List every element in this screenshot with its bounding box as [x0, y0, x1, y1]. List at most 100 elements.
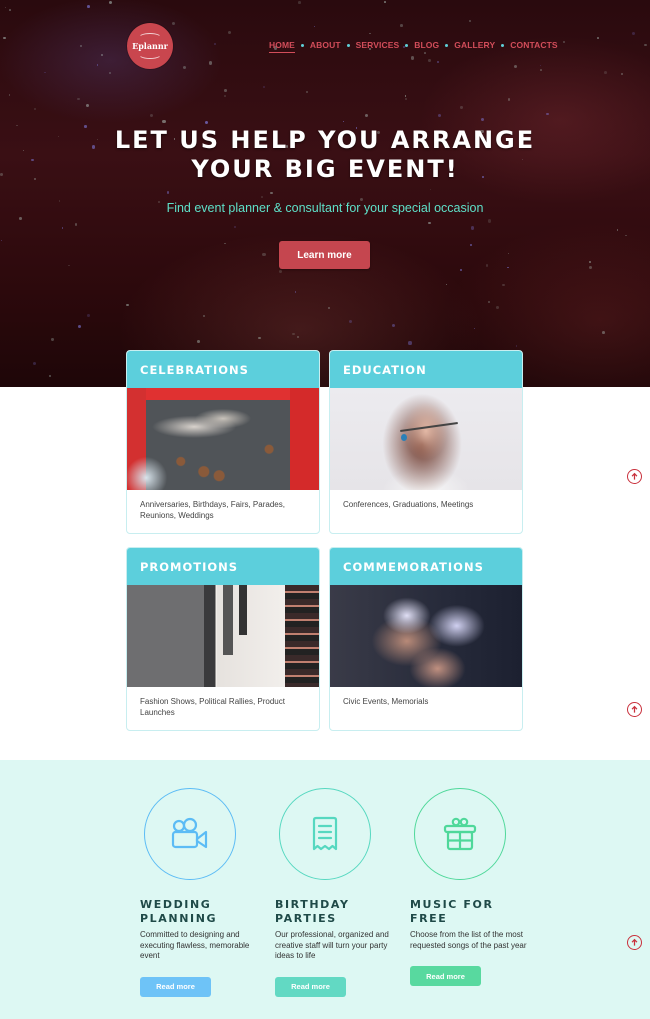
firework-spark [77, 97, 80, 100]
firework-spark [233, 225, 236, 228]
firework-spark [294, 291, 296, 293]
feature-title-line1: MUSIC FOR [410, 898, 494, 911]
read-more-button[interactable]: Read more [275, 976, 346, 997]
card-title: CELEBRATIONS [127, 351, 319, 388]
firework-spark [8, 94, 11, 96]
firework-spark [460, 106, 463, 109]
image-detail [239, 585, 247, 635]
hero-title-line2: YOUR BIG EVENT! [191, 155, 459, 183]
firework-spark [208, 61, 212, 65]
firework-spark [313, 25, 316, 27]
nav-blog[interactable]: BLOG [414, 40, 439, 50]
firework-spark [488, 219, 492, 223]
card-image [330, 388, 522, 490]
feature-title-line2: FREE [410, 912, 448, 925]
firework-spark [436, 60, 440, 64]
firework-spark [197, 339, 200, 343]
firework-spark [408, 341, 412, 345]
firework-spark [61, 226, 64, 229]
card-description: Anniversaries, Birthdays, Fairs, Parades… [140, 500, 285, 520]
scroll-up-button[interactable] [627, 469, 642, 484]
firework-spark [470, 226, 474, 230]
feature-title: MUSIC FOR FREE [410, 898, 540, 926]
card-image [330, 585, 522, 687]
category-card-education[interactable]: EDUCATION Conferences, Graduations, Meet… [329, 350, 523, 534]
arrow-up-icon [631, 705, 638, 713]
firework-spark [77, 325, 81, 329]
firework-spark [343, 121, 345, 123]
firework-spark [480, 117, 485, 121]
firework-spark [3, 36, 6, 40]
scroll-up-button[interactable] [627, 935, 642, 950]
firework-spark [44, 71, 47, 74]
image-detail [401, 434, 407, 441]
firework-spark [473, 327, 475, 329]
nav-separator [346, 43, 350, 47]
firework-spark [74, 222, 78, 226]
firework-spark [296, 335, 300, 339]
firework-spark [589, 260, 592, 264]
hero-title-line1: LET US HELP YOU ARRANGE [114, 126, 536, 154]
firework-spark [384, 1, 386, 3]
learn-more-button[interactable]: Learn more [279, 241, 370, 269]
firework-spark [562, 41, 565, 44]
firework-spark [369, 32, 371, 35]
nav-about[interactable]: ABOUT [310, 40, 341, 50]
firework-spark [49, 374, 52, 377]
firework-spark [33, 107, 37, 110]
firework-spark [507, 253, 509, 255]
firework-spark [298, 1, 301, 4]
card-description: Civic Events, Memorials [343, 697, 429, 706]
image-detail [223, 585, 233, 655]
firework-spark [85, 104, 89, 107]
firework-spark [597, 37, 599, 39]
firework-spark [5, 6, 7, 9]
firework-spark [19, 217, 22, 220]
nav-home[interactable]: HOME [269, 40, 295, 53]
firework-spark [262, 253, 266, 257]
firework-spark [364, 113, 368, 117]
nav-contacts[interactable]: CONTACTS [510, 40, 557, 50]
firework-spark [411, 56, 415, 60]
firework-spark [625, 234, 627, 237]
firework-spark [487, 301, 491, 304]
firework-spark [496, 306, 499, 310]
nav-gallery[interactable]: GALLERY [454, 40, 495, 50]
hero-title: LET US HELP YOU ARRANGE YOUR BIG EVENT! [0, 126, 650, 184]
firework-spark [270, 191, 273, 195]
firework-spark [101, 53, 104, 56]
category-card-celebrations[interactable]: CELEBRATIONS Anniversaries, Birthdays, F… [126, 350, 320, 534]
feature-title: BIRTHDAY PARTIES [275, 898, 405, 926]
firework-spark [80, 45, 82, 47]
logo[interactable]: Eplannr [127, 23, 173, 69]
firework-spark [501, 283, 505, 287]
firework-spark [507, 98, 511, 101]
firework-spark [428, 59, 431, 63]
firework-spark [604, 71, 607, 74]
scroll-up-button[interactable] [627, 702, 642, 717]
firework-spark [224, 89, 228, 93]
arrow-up-icon [631, 938, 638, 946]
firework-spark [96, 64, 99, 67]
read-more-button[interactable]: Read more [410, 966, 481, 986]
card-description: Conferences, Graduations, Meetings [343, 500, 474, 509]
firework-spark [539, 68, 542, 71]
read-more-button[interactable]: Read more [140, 976, 211, 997]
firework-spark [86, 314, 90, 318]
nav-services[interactable]: SERVICES [356, 40, 400, 50]
logo-text: Eplannr [132, 41, 168, 51]
firework-spark [621, 72, 624, 75]
firework-spark [223, 95, 226, 98]
firework-spark [213, 43, 216, 46]
firework-spark [644, 44, 647, 47]
category-card-promotions[interactable]: PROMOTIONS Fashion Shows, Political Rall… [126, 547, 320, 731]
category-card-commemorations[interactable]: COMMEMORATIONS Civic Events, Memorials [329, 547, 523, 731]
firework-spark [602, 331, 606, 335]
firework-spark [616, 229, 619, 231]
firework-spark [203, 314, 206, 317]
nav-separator [501, 43, 505, 47]
firework-spark [507, 266, 509, 269]
firework-spark [224, 242, 226, 244]
nav-separator [405, 43, 409, 47]
feature-description: Choose from the list of the most request… [410, 930, 527, 950]
